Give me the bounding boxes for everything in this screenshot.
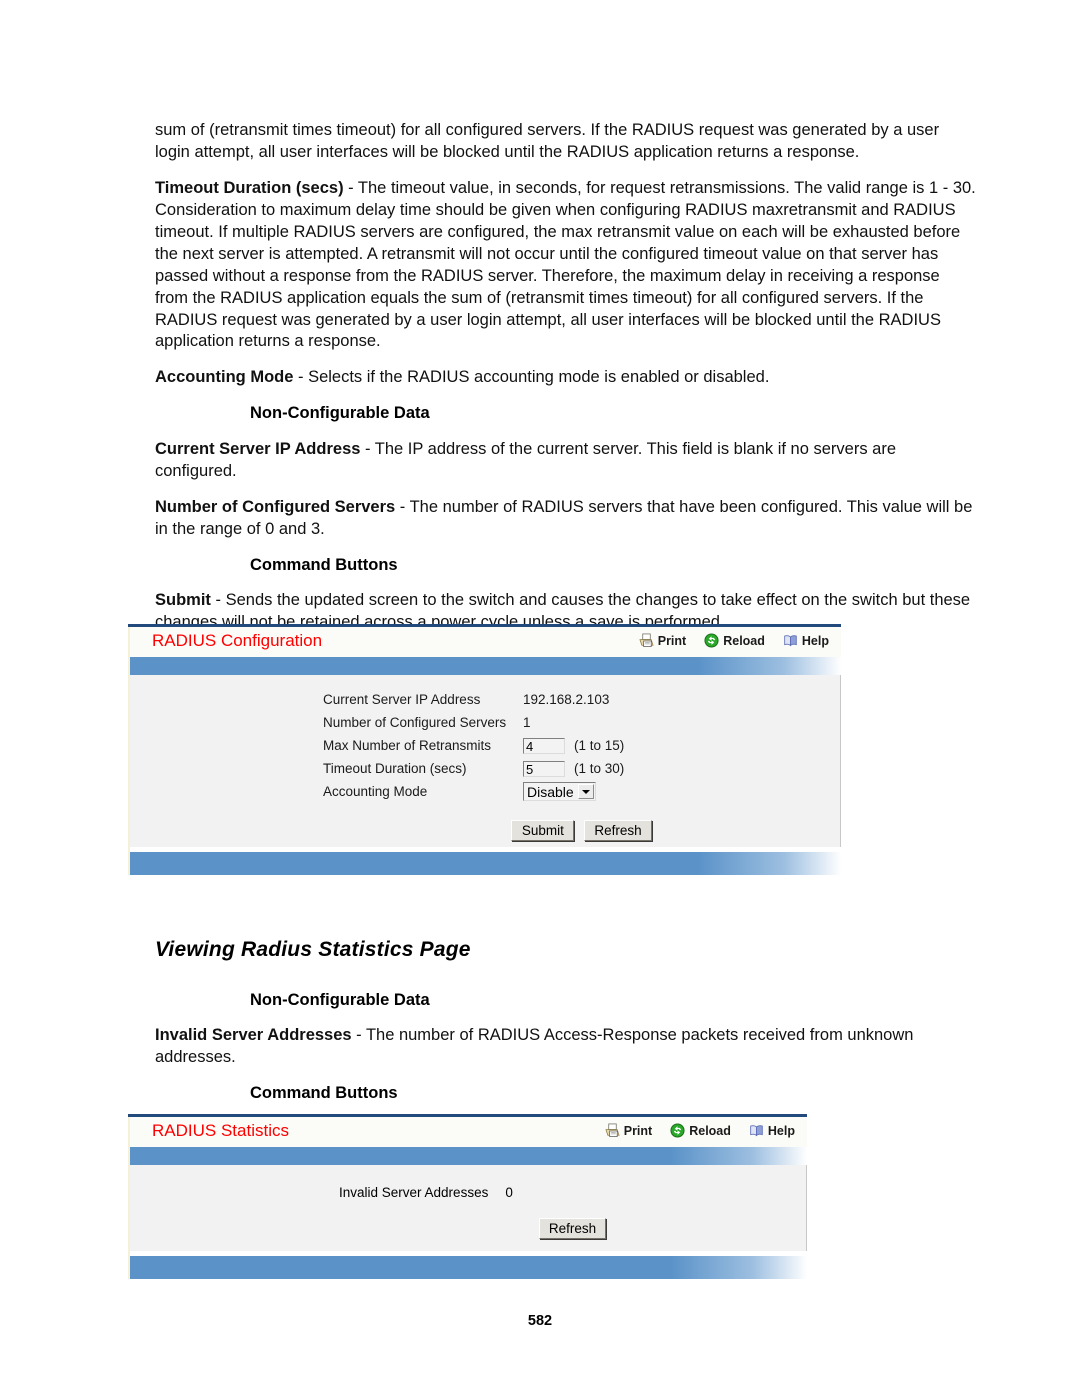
help-button[interactable]: Help (783, 633, 829, 648)
configuration-button-row: Submit Refresh (323, 803, 840, 841)
paragraph-term: Submit (155, 590, 211, 609)
field-value-number-of-configured-servers: 1 (523, 715, 531, 730)
paragraph-term: Number of Configured Servers (155, 497, 396, 516)
paragraph-current-server-ip: Current Server IP Address - The IP addre… (155, 439, 977, 483)
field-value-invalid-server-addresses: 0 (505, 1185, 513, 1200)
subheading-command-buttons-2: Command Buttons (250, 1084, 398, 1103)
refresh-button[interactable]: Refresh (538, 1218, 607, 1239)
subheading-non-configurable-data-2: Non-Configurable Data (250, 991, 430, 1009)
panel-titlebar: RADIUS Configuration Print Reload Help (128, 627, 841, 657)
submit-button[interactable]: Submit (511, 820, 575, 841)
field-label: Accounting Mode (323, 784, 428, 799)
subheading-command-buttons-1: Command Buttons (250, 555, 398, 574)
print-button[interactable]: Print (605, 1123, 652, 1138)
field-label: Max Number of Retransmits (323, 738, 492, 753)
panel-bottom-band (128, 852, 841, 875)
manual-page: sum of (retransmit times timeout) for al… (0, 0, 1080, 1397)
paragraph-accounting-mode: Accounting Mode - Selects if the RADIUS … (155, 367, 977, 389)
statistics-form: Invalid Server Addresses 0 Refresh (130, 1165, 806, 1239)
panel-content: Invalid Server Addresses 0 Refresh (128, 1165, 807, 1251)
max-retransmits-input[interactable]: 4 (523, 737, 565, 754)
statistics-button-row: Refresh (339, 1200, 806, 1239)
paragraph-number-of-configured-servers: Number of Configured Servers - The numbe… (155, 497, 977, 541)
field-row-max-retransmits: Max Number of Retransmits 4 (1 to 15) (323, 734, 840, 757)
document-body: sum of (retransmit times timeout) for al… (155, 120, 977, 684)
paragraph-sum-retransmit: sum of (retransmit times timeout) for al… (155, 120, 977, 164)
field-label: Number of Configured Servers (323, 715, 507, 730)
paragraph-term: Accounting Mode (155, 368, 294, 387)
printer-icon (605, 1123, 620, 1138)
page-title: Viewing Radius Statistics Page (155, 938, 471, 961)
print-label: Print (623, 1123, 653, 1138)
reload-icon (704, 633, 719, 648)
reload-button[interactable]: Reload (670, 1123, 731, 1138)
field-row-timeout-duration: Timeout Duration (secs) 5 (1 to 30) (323, 757, 840, 780)
panel-top-band (128, 1147, 807, 1165)
field-row-invalid-server-addresses: Invalid Server Addresses 0 (339, 1185, 806, 1200)
field-label: Current Server IP Address (323, 692, 481, 707)
paragraph-timeout-duration: Timeout Duration (secs) - The timeout va… (155, 178, 977, 354)
panel-title: RADIUS Configuration (152, 631, 323, 650)
paragraph-term: Current Server IP Address (155, 439, 361, 458)
radius-statistics-panel: RADIUS Statistics Print Reload Help Inva… (128, 1114, 807, 1279)
panel-toolbar: Print Reload Help (639, 633, 829, 648)
reload-button[interactable]: Reload (704, 633, 765, 648)
configuration-form: Current Server IP Address 192.168.2.103 … (130, 675, 840, 841)
chevron-down-icon (577, 784, 594, 799)
panel-title: RADIUS Statistics (152, 1121, 289, 1140)
max-retransmits-range-hint: (1 to 15) (574, 738, 625, 753)
paragraph-term: Timeout Duration (secs) (155, 178, 344, 197)
subheading-non-configurable-data-1: Non-Configurable Data (250, 404, 430, 423)
paragraph-invalid-server-addresses: Invalid Server Addresses - The number of… (155, 1025, 977, 1069)
field-label: Invalid Server Addresses (339, 1185, 489, 1200)
page-number: 582 (527, 1313, 553, 1329)
help-label: Help (801, 633, 829, 648)
printer-icon (639, 633, 654, 648)
timeout-duration-input[interactable]: 5 (523, 760, 565, 777)
radius-configuration-panel: RADIUS Configuration Print Reload Help C… (128, 624, 841, 875)
paragraph-term: Invalid Server Addresses (155, 1026, 352, 1045)
print-label: Print (657, 633, 687, 648)
field-row-accounting-mode: Accounting Mode Disable (323, 780, 840, 803)
book-icon (783, 633, 798, 648)
print-button[interactable]: Print (639, 633, 686, 648)
refresh-button[interactable]: Refresh (584, 820, 652, 841)
paragraph-text: - The timeout value, in seconds, for req… (155, 178, 976, 351)
reload-label: Reload (689, 1123, 731, 1138)
help-button[interactable]: Help (749, 1123, 795, 1138)
panel-top-band (128, 657, 841, 675)
paragraph-text: sum of (retransmit times timeout) for al… (155, 121, 940, 161)
field-row-number-of-configured-servers: Number of Configured Servers 1 (323, 711, 840, 734)
panel-bottom-band (128, 1256, 807, 1279)
help-label: Help (767, 1123, 795, 1138)
field-value-current-server-ip: 192.168.2.103 (523, 692, 610, 707)
field-label: Timeout Duration (secs) (323, 761, 467, 776)
paragraph-text: - Selects if the RADIUS accounting mode … (293, 368, 770, 387)
timeout-duration-range-hint: (1 to 30) (574, 761, 625, 776)
panel-toolbar: Print Reload Help (605, 1123, 795, 1138)
panel-content: Current Server IP Address 192.168.2.103 … (128, 675, 841, 847)
accounting-mode-select[interactable]: Disable (523, 782, 596, 801)
accounting-mode-value: Disable (527, 783, 574, 800)
book-icon (749, 1123, 764, 1138)
reload-label: Reload (723, 633, 765, 648)
field-row-current-server-ip: Current Server IP Address 192.168.2.103 (323, 688, 840, 711)
panel-titlebar: RADIUS Statistics Print Reload Help (128, 1117, 807, 1147)
reload-icon (670, 1123, 685, 1138)
